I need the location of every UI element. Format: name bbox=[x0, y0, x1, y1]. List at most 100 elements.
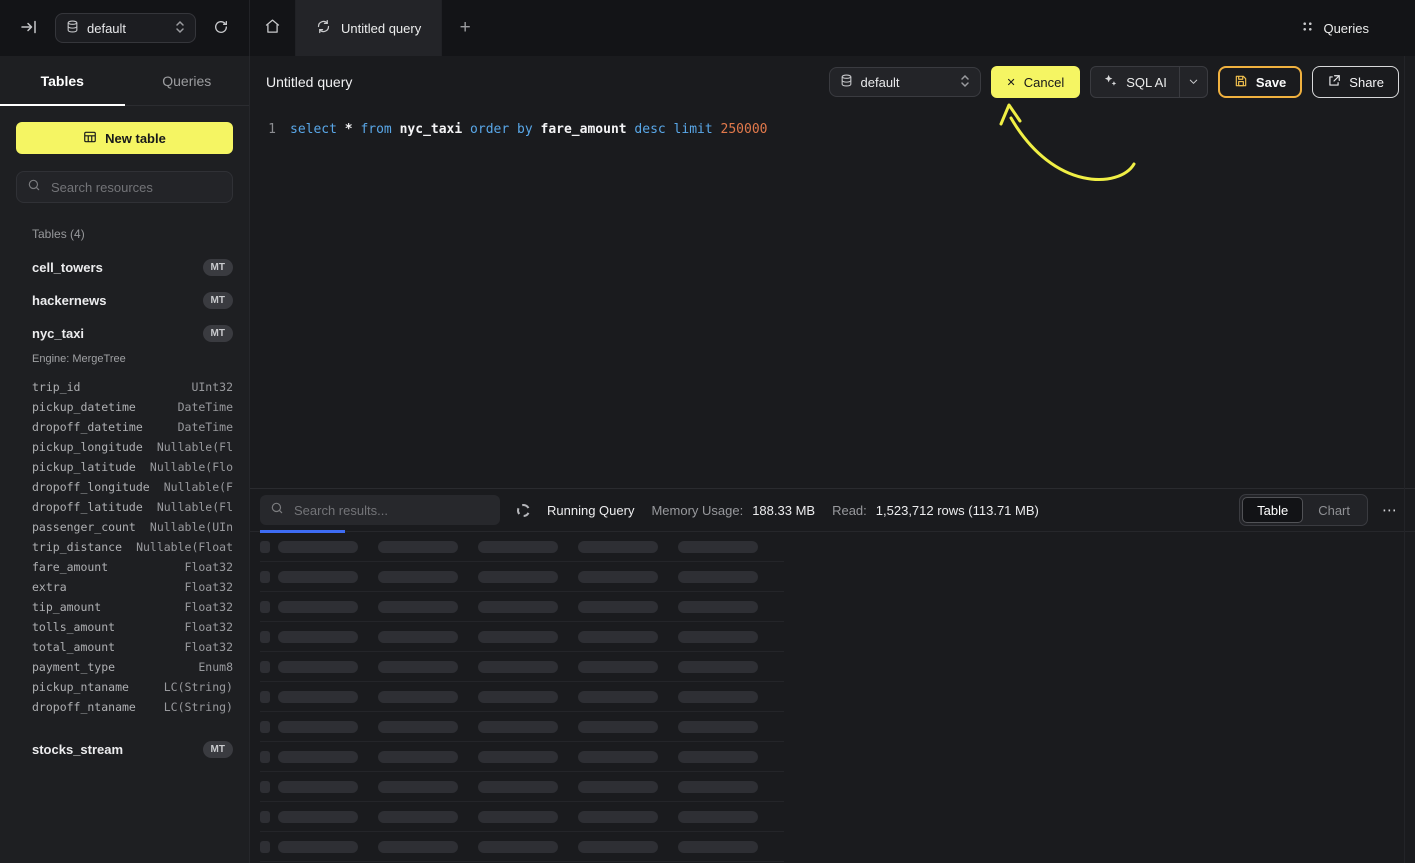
skeleton-row bbox=[260, 622, 784, 652]
results-search[interactable] bbox=[260, 495, 500, 525]
column-row: pickup_latitude Nullable(Flo bbox=[32, 457, 233, 477]
skeleton-cell bbox=[378, 691, 458, 703]
scrollbar-gutter[interactable] bbox=[1404, 56, 1415, 863]
skeleton-cell bbox=[260, 661, 270, 673]
sidebar-tab-tables[interactable]: Tables bbox=[0, 56, 125, 105]
sql-token: desc limit bbox=[634, 122, 720, 137]
column-type: Nullable(Flo bbox=[150, 457, 233, 477]
query-title: Untitled query bbox=[266, 74, 352, 90]
sql-ai-dropdown-button[interactable] bbox=[1180, 67, 1207, 97]
column-row: trip_idUInt32 bbox=[32, 377, 233, 397]
table-item[interactable]: cell_towersMT bbox=[32, 251, 233, 284]
skeleton-cell bbox=[378, 811, 458, 823]
skeleton-cell bbox=[578, 691, 658, 703]
skeleton-cell bbox=[478, 661, 558, 673]
skeleton-row bbox=[260, 802, 784, 832]
database-icon bbox=[840, 74, 853, 90]
new-table-button-label: New table bbox=[105, 131, 166, 146]
collapse-sidebar-button[interactable] bbox=[16, 14, 42, 43]
skeleton-cell bbox=[378, 541, 458, 553]
column-type: Float32 bbox=[185, 597, 233, 617]
skeleton-cell bbox=[378, 631, 458, 643]
sql-editor[interactable]: 1 select * from nyc_taxi order by fare_a… bbox=[250, 108, 1415, 488]
skeleton-cell bbox=[678, 541, 758, 553]
skeleton-row bbox=[260, 592, 784, 622]
skeleton-cell bbox=[578, 661, 658, 673]
skeleton-cell bbox=[578, 601, 658, 613]
skeleton-cell bbox=[378, 601, 458, 613]
skeleton-cell bbox=[678, 781, 758, 793]
skeleton-row bbox=[260, 772, 784, 802]
header-database-selector[interactable]: default bbox=[829, 67, 981, 97]
new-tab-button[interactable]: + bbox=[442, 0, 488, 56]
skeleton-cell bbox=[478, 781, 558, 793]
sql-ai-main[interactable]: SQL AI bbox=[1091, 67, 1179, 97]
skeleton-cell bbox=[478, 631, 558, 643]
column-name: extra bbox=[32, 577, 67, 597]
table-item[interactable]: nyc_taxiMT bbox=[32, 317, 233, 350]
share-icon bbox=[1327, 74, 1341, 91]
column-name: dropoff_datetime bbox=[32, 417, 143, 437]
column-type: Float32 bbox=[185, 617, 233, 637]
home-button[interactable] bbox=[250, 0, 296, 56]
tab-untitled-query[interactable]: Untitled query bbox=[296, 0, 442, 56]
column-row: dropoff_ntanameLC(String) bbox=[32, 697, 233, 717]
skeleton-cell bbox=[278, 661, 358, 673]
skeleton-cell bbox=[478, 841, 558, 853]
skeleton-cell bbox=[678, 721, 758, 733]
column-row: pickup_longitudeNullable(Fl bbox=[32, 437, 233, 457]
chevron-down-icon bbox=[1188, 75, 1199, 90]
sql-console: default Untitled query bbox=[0, 0, 1415, 863]
column-name: total_amount bbox=[32, 637, 115, 657]
column-row: pickup_ntanameLC(String) bbox=[32, 677, 233, 697]
read-stats: Read: 1,523,712 rows (113.71 MB) bbox=[832, 503, 1039, 518]
table-item[interactable]: hackernewsMT bbox=[32, 284, 233, 317]
resource-search-input[interactable] bbox=[49, 179, 222, 196]
column-name: pickup_latitude bbox=[32, 457, 136, 477]
tab-strip: Untitled query + Queries bbox=[250, 0, 1415, 56]
skeleton-table bbox=[250, 531, 1415, 863]
sidebar-tab-queries[interactable]: Queries bbox=[125, 56, 250, 105]
search-icon bbox=[27, 178, 41, 197]
new-table-button[interactable]: New table bbox=[16, 122, 233, 154]
cancel-button[interactable]: ✕ Cancel bbox=[991, 66, 1081, 98]
skeleton-cell bbox=[378, 661, 458, 673]
sql-token: select bbox=[290, 122, 345, 137]
skeleton-cell bbox=[478, 721, 558, 733]
sql-ai-button[interactable]: SQL AI bbox=[1090, 66, 1208, 98]
sql-token: 250000 bbox=[721, 122, 768, 137]
resource-search[interactable] bbox=[16, 171, 233, 203]
column-row: dropoff_longitudeNullable(F bbox=[32, 477, 233, 497]
skeleton-cell bbox=[478, 571, 558, 583]
queries-button[interactable]: Queries bbox=[1295, 19, 1375, 37]
skeleton-cell bbox=[278, 781, 358, 793]
skeleton-row bbox=[260, 652, 784, 682]
column-name: pickup_longitude bbox=[32, 437, 143, 457]
save-button[interactable]: Save bbox=[1218, 66, 1302, 98]
view-toggle-chart[interactable]: Chart bbox=[1303, 497, 1365, 523]
overflow-menu-button[interactable]: ⋯ bbox=[1378, 499, 1401, 521]
column-row: dropoff_latitudeNullable(Fl bbox=[32, 497, 233, 517]
skeleton-cell bbox=[260, 721, 270, 733]
skeleton-cell bbox=[278, 691, 358, 703]
refresh-button[interactable] bbox=[209, 15, 233, 42]
query-status: Running Query bbox=[547, 503, 634, 518]
results-search-input[interactable] bbox=[292, 502, 490, 519]
skeleton-cell bbox=[260, 841, 270, 853]
search-icon bbox=[270, 501, 284, 520]
share-button[interactable]: Share bbox=[1312, 66, 1399, 98]
table-name: nyc_taxi bbox=[32, 326, 84, 341]
skeleton-cell bbox=[378, 571, 458, 583]
database-selector[interactable]: default bbox=[55, 13, 196, 43]
column-type: DateTime bbox=[178, 417, 233, 437]
sidebar: Tables Queries New table Tables (4) cell… bbox=[0, 56, 250, 863]
column-name: trip_distance bbox=[32, 537, 122, 557]
view-toggle-table[interactable]: Table bbox=[1242, 497, 1303, 523]
skeleton-cell bbox=[260, 571, 270, 583]
skeleton-cell bbox=[378, 751, 458, 763]
cancel-button-label: Cancel bbox=[1024, 75, 1064, 90]
table-item[interactable]: stocks_streamMT bbox=[32, 733, 233, 766]
line-number: 1 bbox=[266, 120, 276, 140]
skeleton-cell bbox=[678, 691, 758, 703]
sql-token: from bbox=[360, 122, 399, 137]
